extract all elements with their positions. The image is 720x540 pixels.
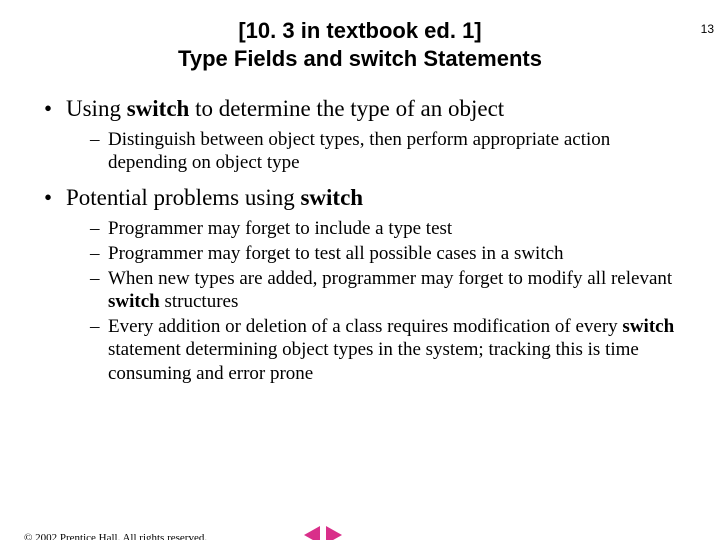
bullet-2-sub-3-post: structures bbox=[160, 291, 239, 312]
next-slide-icon[interactable] bbox=[326, 526, 342, 540]
bullet-2-sub-4-post: statement determining object types in th… bbox=[108, 339, 639, 383]
bullet-2-sub-1: Programmer may forget to include a type … bbox=[90, 217, 680, 240]
bullet-2-sub-4-bold: switch bbox=[622, 316, 674, 337]
bullet-2-sub-4: Every addition or deletion of a class re… bbox=[90, 315, 680, 385]
bullet-2-sub-3: When new types are added, programmer may… bbox=[90, 267, 680, 313]
page-number: 13 bbox=[701, 22, 714, 36]
nav-buttons bbox=[304, 526, 342, 540]
slide-title: [10. 3 in textbook ed. 1] Type Fields an… bbox=[0, 18, 720, 73]
bullet-1-bold: switch bbox=[127, 96, 190, 121]
copyright-text: © 2002 Prentice Hall. All rights reserve… bbox=[24, 532, 207, 540]
bullet-2-bold: switch bbox=[300, 185, 363, 210]
bullet-2: Potential problems using switch Programm… bbox=[40, 184, 680, 385]
prev-slide-icon[interactable] bbox=[304, 526, 320, 540]
bullet-2-sub-3-bold: switch bbox=[108, 291, 160, 312]
title-line-1: [10. 3 in textbook ed. 1] bbox=[0, 18, 720, 44]
bullet-1-sub-1: Distinguish between object types, then p… bbox=[90, 128, 680, 174]
bullet-2-sub-3-pre: When new types are added, programmer may… bbox=[108, 268, 672, 289]
bullet-2-prefix: Potential problems using bbox=[66, 185, 300, 210]
bullet-2-sub-2: Programmer may forget to test all possib… bbox=[90, 242, 680, 265]
footer: © 2002 Prentice Hall. All rights reserve… bbox=[24, 532, 696, 540]
bullet-2-sub-4-pre: Every addition or deletion of a class re… bbox=[108, 316, 622, 337]
slide-body: Using switch to determine the type of an… bbox=[0, 95, 720, 385]
bullet-1: Using switch to determine the type of an… bbox=[40, 95, 680, 174]
bullet-1-suffix: to determine the type of an object bbox=[189, 96, 504, 121]
bullet-1-prefix: Using bbox=[66, 96, 127, 121]
title-line-2: Type Fields and switch Statements bbox=[0, 46, 720, 72]
